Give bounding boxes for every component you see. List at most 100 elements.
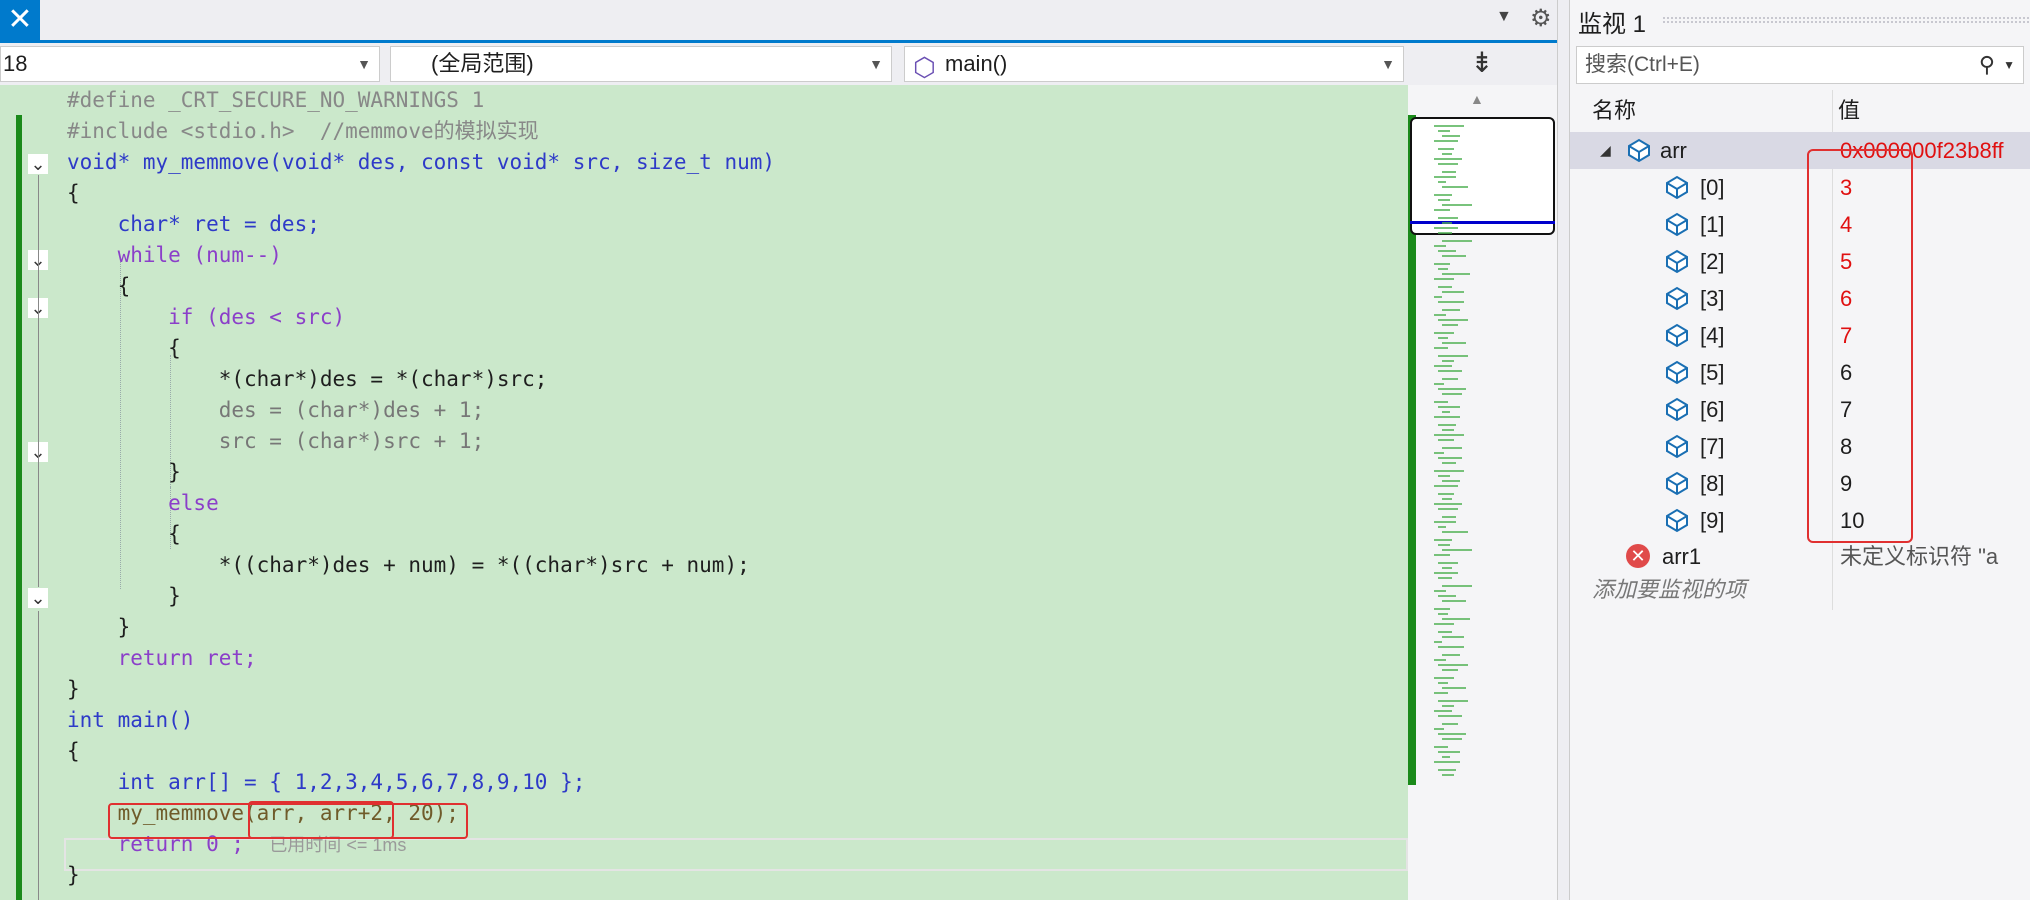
minimap-line	[1434, 140, 1458, 142]
watch-row-element[interactable]: [0] 3	[1570, 169, 2030, 206]
code-area[interactable]: ⌄ ⌄ ⌄ ⌄ ⌄ #define _CRT_SECURE_NO_WARNING…	[0, 85, 1408, 900]
watch-row-element[interactable]: [4] 7	[1570, 317, 2030, 354]
watch-row-element[interactable]: [6] 7	[1570, 391, 2030, 428]
watch-var-name: [0]	[1700, 175, 1725, 200]
watch-row-element[interactable]: [1] 4	[1570, 206, 2030, 243]
watch-row-element[interactable]: [2] 5	[1570, 243, 2030, 280]
close-tab-button[interactable]: ✕	[0, 0, 40, 40]
minimap-line	[1438, 562, 1458, 564]
fold-toggle-icon[interactable]: ⌄	[28, 588, 48, 608]
watch-row-element[interactable]: [5] 6	[1570, 354, 2030, 391]
minimap-line	[1442, 411, 1450, 413]
minimap-line	[1442, 669, 1458, 671]
gear-icon[interactable]: ⚙	[1530, 4, 1552, 33]
minimap-line	[1434, 227, 1458, 229]
code-line: if (des < src)	[67, 305, 346, 329]
navigation-bar: 18 ▼ (全局范围) ▼ ⬡ main() ▼ ⇟	[0, 43, 1557, 85]
fold-region-line	[38, 175, 39, 587]
watch-var-name: [8]	[1700, 471, 1725, 496]
minimap-line	[1438, 424, 1456, 426]
column-header-value[interactable]: 值	[1838, 94, 1860, 128]
tab-dropdown-icon[interactable]: ▼	[1496, 8, 1512, 26]
minimap-line	[1442, 705, 1454, 707]
minimap-line	[1442, 687, 1466, 689]
variable-icon	[1666, 212, 1688, 237]
minimap-line	[1438, 268, 1448, 270]
minimap-line	[1438, 646, 1464, 648]
minimap-caret-line	[1410, 221, 1555, 224]
watch-row-element[interactable]: [9] 10	[1570, 502, 2030, 539]
watch-row-element[interactable]: [7] 8	[1570, 428, 2030, 465]
minimap-line	[1442, 240, 1472, 242]
function-cube-icon: ⬡	[913, 52, 936, 82]
variable-icon	[1666, 471, 1688, 496]
minimap-line	[1442, 567, 1452, 569]
minimap-line	[1438, 613, 1448, 615]
add-watch-item[interactable]: 添加要监视的项	[1592, 572, 1746, 604]
column-header-name[interactable]: 名称	[1592, 94, 1636, 128]
minimap-line	[1434, 194, 1452, 196]
minimap-line	[1434, 158, 1462, 160]
minimap-line	[1434, 245, 1446, 247]
watch-var-value[interactable]: 未定义标识符 "a	[1840, 538, 1998, 575]
annotation-box-args	[248, 801, 394, 839]
minimap-line	[1438, 232, 1452, 234]
minimap-line	[1442, 480, 1460, 482]
minimap-line	[1434, 263, 1450, 265]
collapse-triangle-icon[interactable]: ◢	[1600, 132, 1611, 169]
minimap-line	[1434, 521, 1456, 523]
scroll-up-icon[interactable]: ▲	[1470, 91, 1484, 107]
variable-icon	[1666, 175, 1688, 200]
minimap-line	[1442, 756, 1450, 758]
minimap-line	[1442, 360, 1454, 362]
code-line: void* my_memmove(void* des, const void* …	[67, 150, 776, 174]
minimap-line	[1438, 163, 1458, 165]
minimap-line	[1438, 130, 1450, 132]
minimap-line	[1438, 355, 1468, 357]
code-line: {	[67, 274, 131, 298]
split-window-button[interactable]: ⇟	[1412, 46, 1552, 82]
chevron-down-icon[interactable]: ▼	[2003, 47, 2015, 83]
watch-panel: 监视 1 搜索(Ctrl+E) ⚲ ▼ 名称 值 ◢ arr 0x000000f…	[1570, 0, 2030, 900]
minimap-line	[1438, 439, 1454, 441]
watch-row-root[interactable]: ◢ arr 0x000000f23b8ff	[1570, 132, 2030, 169]
minimap-line	[1438, 388, 1466, 390]
minimap-line	[1434, 470, 1464, 472]
watch-row-error[interactable]: ✕ arr1 未定义标识符 "a	[1570, 538, 2030, 575]
code-line: int arr[] = { 1,2,3,4,5,6,7,8,9,10 };	[67, 770, 586, 794]
minimap-line	[1438, 733, 1466, 735]
minimap-line	[1434, 383, 1444, 385]
function-dropdown[interactable]: ⬡ main() ▼	[904, 46, 1404, 82]
minimap-line	[1438, 769, 1456, 771]
minimap-line	[1442, 618, 1470, 620]
search-icon[interactable]: ⚲	[1979, 47, 1995, 83]
variable-icon	[1666, 397, 1688, 422]
minimap-line	[1434, 176, 1456, 178]
code-minimap[interactable]: ▲	[1408, 85, 1557, 900]
error-icon: ✕	[1626, 544, 1650, 568]
project-dropdown[interactable]: 18 ▼	[0, 46, 380, 82]
minimap-line	[1434, 728, 1444, 730]
minimap-line	[1438, 250, 1456, 252]
minimap-line	[1438, 370, 1462, 372]
watch-row-element[interactable]: [3] 6	[1570, 280, 2030, 317]
watch-search-input[interactable]: 搜索(Ctrl+E) ⚲ ▼	[1576, 46, 2024, 84]
fold-toggle-icon[interactable]: ⌄	[28, 154, 48, 174]
minimap-line	[1442, 654, 1460, 656]
drag-grip[interactable]	[1662, 16, 2030, 24]
minimap-line	[1442, 186, 1468, 188]
watch-row-element[interactable]: [8] 9	[1570, 465, 2030, 502]
panel-splitter[interactable]	[1557, 0, 1570, 900]
scope-dropdown[interactable]: (全局范围) ▼	[390, 46, 892, 82]
minimap-line	[1438, 217, 1458, 219]
minimap-line	[1442, 393, 1462, 395]
code-line: return ret;	[67, 646, 257, 670]
watch-var-name: [4]	[1700, 323, 1725, 348]
code-line: }	[67, 677, 80, 701]
minimap-line	[1434, 365, 1452, 367]
minimap-line	[1434, 209, 1450, 211]
tab-strip: ✕ ▼ ⚙	[0, 0, 1557, 43]
variable-icon	[1666, 249, 1688, 274]
code-line: {	[67, 181, 80, 205]
minimap-viewport[interactable]	[1410, 117, 1555, 235]
